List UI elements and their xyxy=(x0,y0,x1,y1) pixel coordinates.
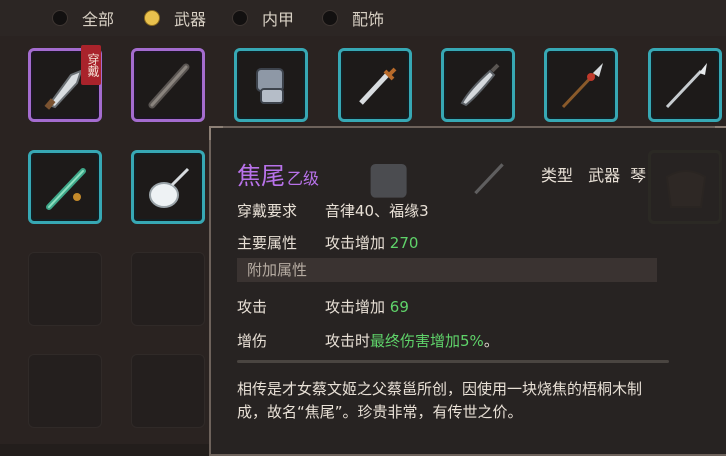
saber-icon xyxy=(460,63,500,107)
item-slot-jade-flute[interactable] xyxy=(28,150,102,224)
bonus-row-attack: 攻击 攻击增加 69 xyxy=(237,296,409,317)
empty-slot[interactable] xyxy=(131,252,205,326)
item-slot-gauntlet[interactable] xyxy=(234,48,308,122)
item-type: 类型 武器琴 xyxy=(541,162,656,186)
radio-icon xyxy=(232,10,248,26)
item-slot-tasseled-spear[interactable] xyxy=(544,48,618,122)
tooltip-corner xyxy=(715,126,726,140)
main-attr-text: 攻击增加 xyxy=(325,234,386,252)
empty-slot[interactable] xyxy=(131,354,205,428)
requirement-row: 穿戴要求 音律40、福缘3 xyxy=(237,200,429,221)
filter-armor[interactable]: 内甲 xyxy=(232,6,294,30)
item-slot-broad-blade[interactable]: 穿戴 xyxy=(28,45,102,122)
requirement-value: 音律40、福缘3 xyxy=(325,202,429,220)
item-slot-white-brush[interactable] xyxy=(131,150,205,224)
filter-armor-label: 内甲 xyxy=(262,10,295,29)
bonus2-prefix: 攻击时 xyxy=(325,332,371,350)
filter-accessory[interactable]: 配饰 xyxy=(322,6,384,30)
item-name: 焦尾 乙级 xyxy=(237,156,319,191)
category-filter-bar: 全部 武器 内甲 配饰 xyxy=(0,0,726,36)
bonus-row-damage: 增伤 攻击时最终伤害增加5%。 xyxy=(237,330,499,351)
tasseled-spear-icon xyxy=(561,63,603,109)
sword-ghost-icon xyxy=(474,163,504,195)
white-brush-icon xyxy=(149,167,190,208)
main-attr-row: 主要属性 攻击增加 270 xyxy=(237,232,418,253)
item-description: 相传是才女蔡文姬之父蔡邕所创，因使用一块烧焦的梧桐木制成，故名“焦尾”。珍贵非常… xyxy=(237,380,643,421)
tooltip-divider xyxy=(237,360,669,363)
bonus1-text: 攻击增加 xyxy=(325,298,386,316)
item-name-text: 焦尾 xyxy=(237,162,285,190)
item-slot-saber[interactable] xyxy=(441,48,515,122)
filter-accessory-label: 配饰 xyxy=(352,10,385,29)
main-attr-label: 主要属性 xyxy=(237,234,298,252)
item-tooltip: 焦尾 乙级 类型 武器琴 穿戴要求 音律40、福缘3 主要属性 攻击增加 270 附加… xyxy=(209,126,726,456)
filter-weapon[interactable]: 武器 xyxy=(144,6,206,30)
equipped-badge: 穿戴 xyxy=(81,45,101,85)
tooltip-corner xyxy=(209,126,223,140)
radio-selected-icon xyxy=(144,10,160,26)
item-slot-short-sword[interactable] xyxy=(338,48,412,122)
empty-slot[interactable] xyxy=(28,354,102,428)
bonus2-suffix: 。 xyxy=(483,332,499,350)
jade-flute-icon xyxy=(46,168,86,210)
filter-all[interactable]: 全部 xyxy=(52,6,114,30)
type-sub: 琴 xyxy=(630,166,647,185)
type-label: 类型 xyxy=(541,166,574,185)
iron-staff-icon xyxy=(148,63,190,109)
type-value: 武器 xyxy=(588,166,621,185)
radio-icon xyxy=(52,10,68,26)
item-slot-spear[interactable] xyxy=(648,48,722,122)
filter-all-label: 全部 xyxy=(82,10,115,29)
bonus2-label: 增伤 xyxy=(237,332,268,350)
bonus1-value: 69 xyxy=(389,298,409,316)
filter-weapon-label: 武器 xyxy=(174,10,207,29)
short-sword-icon xyxy=(359,67,397,105)
item-grade: 乙级 xyxy=(287,169,320,188)
bonus2-highlight: 最终伤害增加5% xyxy=(370,332,484,350)
gauntlet-icon xyxy=(256,68,284,104)
spear-icon xyxy=(665,63,707,109)
bonus1-label: 攻击 xyxy=(237,298,268,316)
radio-icon xyxy=(322,10,338,26)
bonus-attr-header: 附加属性 xyxy=(237,258,657,282)
item-slot-iron-staff[interactable] xyxy=(131,48,205,122)
main-attr-value: 270 xyxy=(389,234,419,252)
empty-slot[interactable] xyxy=(28,252,102,326)
requirement-label: 穿戴要求 xyxy=(237,202,298,220)
